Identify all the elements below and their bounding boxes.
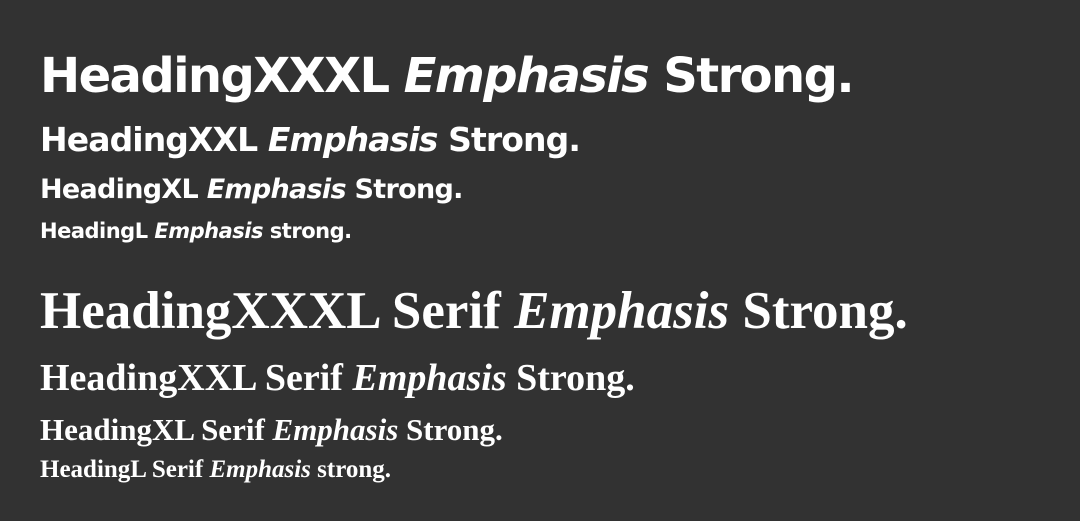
heading-emphasis: Emphasis <box>206 174 347 205</box>
heading-name: HeadingL <box>40 219 148 243</box>
heading-strong: Strong. <box>354 174 464 205</box>
heading-xxl-serif: HeadingXXL Serif Emphasis Strong. <box>40 359 635 397</box>
heading-xxxl-sans: HeadingXXXL Emphasis Strong. <box>40 52 855 100</box>
heading-emphasis: Emphasis <box>154 219 263 243</box>
heading-strong: strong. <box>269 219 352 243</box>
heading-name: HeadingXXL <box>40 120 258 159</box>
heading-l-sans: HeadingL Emphasis strong. <box>40 221 352 242</box>
heading-xl-sans: HeadingXL Emphasis Strong. <box>40 176 463 203</box>
heading-l-serif: HeadingL Serif Emphasis strong. <box>40 457 391 482</box>
heading-strong: Strong. <box>742 282 908 340</box>
heading-name: HeadingXXXL <box>40 48 390 104</box>
heading-strong: Strong. <box>406 412 503 447</box>
heading-name: HeadingXXL Serif <box>40 357 343 399</box>
heading-emphasis: Emphasis <box>352 357 507 399</box>
heading-name: HeadingXXXL Serif <box>40 282 501 340</box>
heading-strong: Strong. <box>448 120 581 159</box>
heading-xxl-sans: HeadingXXL Emphasis Strong. <box>40 120 581 159</box>
heading-xxxl-serif: HeadingXXXL Serif Emphasis Strong. <box>40 285 908 338</box>
heading-strong: Strong. <box>516 357 635 399</box>
heading-strong: strong. <box>317 456 392 483</box>
heading-name: HeadingXL <box>40 174 199 205</box>
heading-name: HeadingL Serif <box>40 456 204 483</box>
heading-name: HeadingXL Serif <box>40 412 265 447</box>
heading-emphasis: Emphasis <box>514 282 730 340</box>
heading-emphasis: Emphasis <box>272 412 399 447</box>
heading-strong: Strong. <box>663 48 854 104</box>
heading-emphasis: Emphasis <box>209 456 311 483</box>
heading-emphasis: Emphasis <box>267 120 439 159</box>
heading-xl-serif: HeadingXL Serif Emphasis Strong. <box>40 414 503 445</box>
heading-emphasis: Emphasis <box>403 48 650 104</box>
